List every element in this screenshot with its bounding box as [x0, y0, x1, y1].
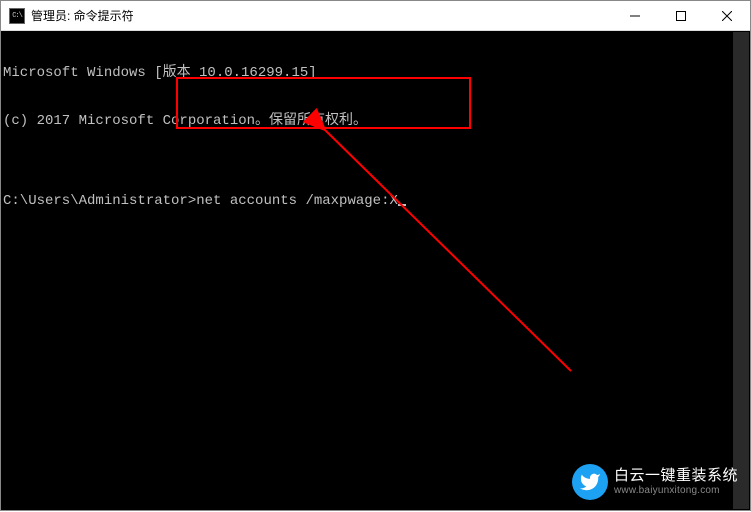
maximize-icon — [676, 11, 686, 21]
app-window: C:\ 管理员: 命令提示符 Microsoft Windows [版本 10.… — [0, 0, 751, 511]
minimize-button[interactable] — [612, 1, 658, 30]
maximize-button[interactable] — [658, 1, 704, 30]
window-title: 管理员: 命令提示符 — [31, 7, 612, 24]
prompt: C:\Users\Administrator> — [3, 193, 196, 209]
close-icon — [722, 11, 732, 21]
terminal-prompt-line: C:\Users\Administrator>net accounts /max… — [3, 193, 750, 209]
cmd-icon: C:\ — [9, 8, 25, 24]
terminal-area[interactable]: Microsoft Windows [版本 10.0.16299.15] (c)… — [1, 31, 750, 510]
vertical-scrollbar[interactable] — [733, 32, 749, 509]
terminal-line: (c) 2017 Microsoft Corporation。保留所有权利。 — [3, 113, 750, 129]
window-controls — [612, 1, 750, 30]
terminal-line: Microsoft Windows [版本 10.0.16299.15] — [3, 65, 750, 81]
text-cursor — [398, 204, 406, 206]
close-button[interactable] — [704, 1, 750, 30]
titlebar[interactable]: C:\ 管理员: 命令提示符 — [1, 1, 750, 31]
minimize-icon — [630, 11, 640, 21]
command-text: net accounts /maxpwage:X — [196, 193, 398, 209]
